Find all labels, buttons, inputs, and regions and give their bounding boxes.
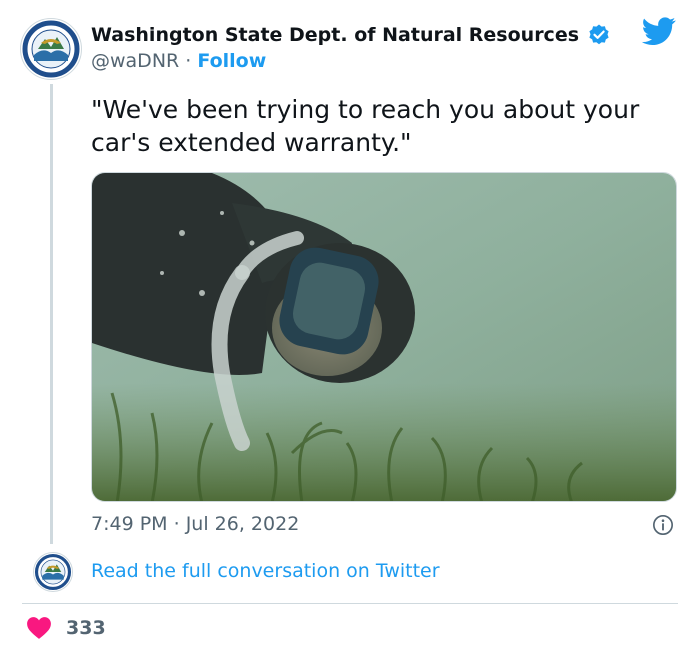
thread-line	[50, 84, 53, 544]
tweet-text: "We've been trying to reach you about yo…	[91, 95, 640, 157]
verified-badge-icon	[589, 24, 609, 45]
read-conversation-link[interactable]: Read the full conversation on Twitter	[91, 560, 440, 582]
like-count[interactable]: 333	[66, 617, 106, 639]
tweet-time: 7:49 PM	[91, 513, 168, 535]
author-avatar-small[interactable]	[33, 552, 73, 592]
timestamp-separator: ·	[173, 513, 180, 535]
like-row: 333	[26, 616, 106, 640]
tweet-media-photo[interactable]	[91, 172, 677, 502]
author-name[interactable]: Washington State Dept. of Natural Resour…	[91, 24, 579, 46]
dnr-seal-icon	[22, 20, 80, 78]
author-handle[interactable]: @waDNR	[91, 50, 179, 72]
follow-button[interactable]: Follow	[197, 50, 266, 72]
dnr-seal-icon	[34, 553, 72, 591]
handle-separator: ·	[185, 50, 192, 72]
author-avatar[interactable]	[20, 18, 82, 80]
tweet-timestamp[interactable]: 7:49 PM · Jul 26, 2022	[91, 513, 299, 535]
tweet-date: Jul 26, 2022	[185, 513, 300, 535]
snorkeler-photo	[92, 173, 676, 501]
author-handle-row: @waDNR · Follow	[91, 50, 266, 72]
info-icon[interactable]	[652, 514, 674, 536]
divider	[22, 603, 678, 604]
twitter-bird-icon[interactable]	[640, 14, 678, 48]
author-name-row: Washington State Dept. of Natural Resour…	[91, 22, 611, 48]
heart-icon[interactable]	[26, 616, 52, 640]
